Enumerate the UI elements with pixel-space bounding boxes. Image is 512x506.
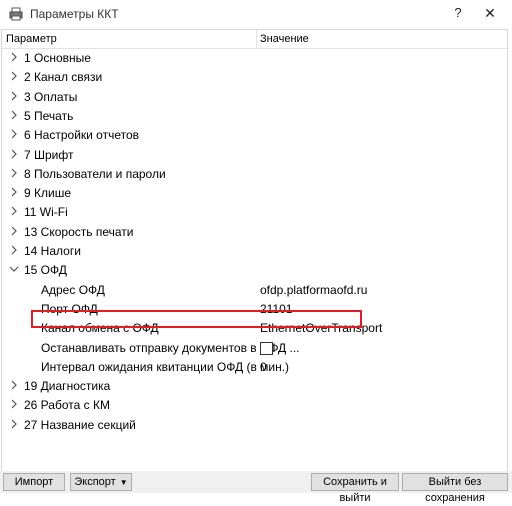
tree-group-row[interactable]: 8 Пользователи и пароли [2, 165, 507, 184]
tree-group-label: 14 Налоги [24, 244, 81, 258]
tree-group-label: 26 Работа с КМ [24, 398, 110, 413]
chevron-right-icon[interactable] [8, 244, 20, 256]
tree-group-row[interactable]: 6 Настройки отчетов [2, 126, 507, 145]
tree-group-row[interactable]: 9 Клише [2, 184, 507, 203]
exit-without-saving-button[interactable]: Выйти без сохранения [402, 473, 508, 504]
chevron-right-icon[interactable] [8, 90, 20, 102]
tree-group-label: 1 Основные [24, 51, 91, 65]
save-and-exit-button[interactable]: Сохранить и выйти [311, 473, 399, 504]
chevron-right-icon[interactable] [8, 186, 20, 198]
param-label: Адрес ОФД [41, 282, 105, 297]
tree-group-row[interactable]: 13 Скорость печати [2, 223, 507, 242]
tree-group-row[interactable]: 11 Wi-Fi [2, 203, 507, 222]
param-value[interactable]: ofdp.platformaofd.ru [260, 283, 367, 297]
save-and-exit-label: Сохранить и выйти [323, 476, 387, 504]
tree-group-label: 13 Скорость печати [24, 224, 134, 239]
tree-group-row[interactable]: 7 Шрифт [2, 146, 507, 165]
tree-group-label: 11 Wi-Fi [24, 205, 68, 220]
tree-group-label: 9 Клише [24, 186, 72, 201]
import-button[interactable]: Импорт [3, 473, 65, 491]
tree-group-row[interactable]: 2 Канал связи [2, 68, 507, 87]
chevron-right-icon[interactable] [8, 205, 20, 217]
column-separator[interactable] [256, 30, 257, 48]
chevron-right-icon[interactable] [8, 225, 20, 237]
chevron-down-icon[interactable] [8, 263, 20, 275]
printer-icon [9, 7, 23, 21]
chevron-right-icon[interactable] [8, 109, 20, 121]
column-header-parameter[interactable]: Параметр [6, 33, 57, 45]
title-bar: Параметры ККТ ? ✕ [0, 0, 512, 28]
tree-group-label: 15 ОФД [24, 263, 67, 278]
tree-group-row[interactable]: 15 ОФД [2, 261, 507, 280]
tree-param-row[interactable]: Адрес ОФД ofdp.platformaofd.ru [2, 281, 507, 300]
chevron-right-icon[interactable] [8, 70, 20, 82]
window-title: Параметры ККТ [30, 7, 119, 21]
tree-group-label: 2 Канал связи [24, 70, 103, 85]
highlight-box [31, 310, 362, 328]
parameters-tree[interactable]: Параметр Значение 1 Основные 2 Канал связ… [1, 29, 508, 472]
tree-param-row[interactable]: Останавливать отправку документов в ОФД … [2, 339, 507, 358]
tree-group-label: 19 Диагностика [24, 379, 111, 394]
stop-sending-checkbox[interactable] [260, 341, 273, 355]
chevron-right-icon[interactable] [8, 51, 20, 63]
tree-group-row[interactable]: 5 Печать [2, 107, 507, 126]
import-button-label: Импорт [14, 476, 54, 488]
param-label: Интервал ожидания квитанции ОФД (в мин.) [41, 359, 290, 374]
tree-group-row[interactable]: 26 Работа с КМ [2, 396, 507, 415]
column-header-value[interactable]: Значение [260, 33, 309, 45]
tree-group-label: 3 Оплаты [24, 89, 78, 104]
dropdown-arrow-icon: ▼ [119, 478, 128, 487]
tree-param-row[interactable]: Интервал ожидания квитанции ОФД (в мин.)… [2, 358, 507, 377]
chevron-right-icon[interactable] [8, 148, 20, 160]
export-button-label: Экспорт [74, 476, 116, 488]
chevron-right-icon[interactable] [8, 167, 20, 179]
tree-group-row[interactable]: 1 Основные [2, 49, 507, 68]
export-button[interactable]: Экспорт ▼ [70, 473, 132, 491]
button-bar: Импорт Экспорт ▼ Сохранить и выйти Выйти … [0, 471, 512, 504]
tree-group-row[interactable]: 14 Налоги [2, 242, 507, 261]
tree-group-label: 7 Шрифт [24, 147, 74, 162]
chevron-right-icon[interactable] [8, 418, 20, 430]
close-button[interactable]: ✕ [476, 2, 504, 24]
tree-group-label: 27 Название секций [24, 417, 136, 432]
tree-group-row[interactable]: 27 Название секций [2, 416, 507, 435]
tree-group-label: 8 Пользователи и пароли [24, 166, 166, 181]
tree-header: Параметр Значение [2, 30, 507, 49]
exit-without-saving-label: Выйти без сохранения [425, 476, 485, 504]
chevron-right-icon[interactable] [8, 398, 20, 410]
help-button[interactable]: ? [444, 2, 472, 24]
tree-group-row[interactable]: 3 Оплаты [2, 88, 507, 107]
chevron-right-icon[interactable] [8, 379, 20, 391]
tree-group-label: 5 Печать [24, 108, 74, 123]
tree-group-row[interactable]: 19 Диагностика [2, 377, 507, 396]
tree-group-label: 6 Настройки отчетов [24, 128, 140, 143]
chevron-right-icon[interactable] [8, 128, 20, 140]
param-value[interactable]: 0 [260, 360, 267, 374]
